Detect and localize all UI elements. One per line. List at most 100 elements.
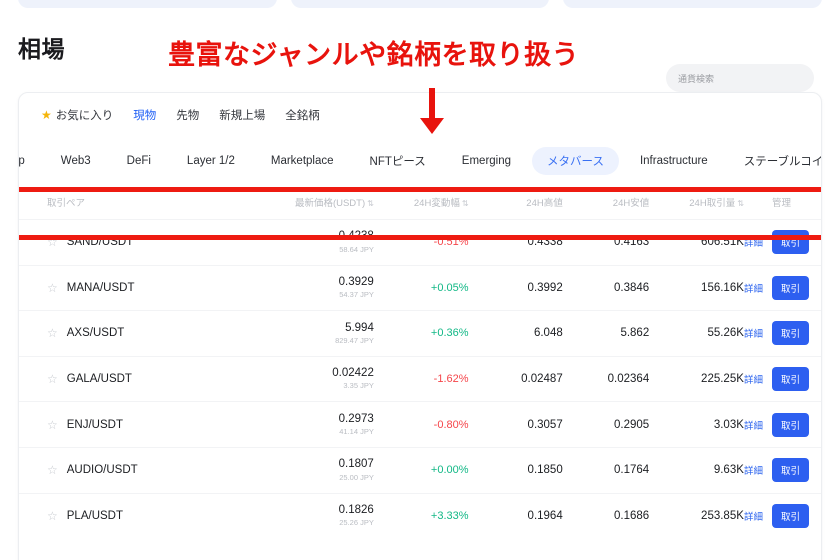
sort-icon[interactable]: ⇅: [462, 199, 469, 208]
category-chip-2[interactable]: DeFi: [112, 149, 166, 173]
header-change-label: 24H変動幅: [413, 198, 460, 209]
price-usdt: 0.2973: [338, 412, 374, 425]
price-jpy: 58.64 JPY: [339, 244, 374, 254]
category-chips: pp Web3 DeFi Layer 1/2 Marketplace NFTピース Emer…: [19, 137, 821, 185]
category-chip-1[interactable]: Web3: [46, 149, 106, 173]
category-chip-6[interactable]: Emerging: [447, 149, 526, 173]
price-usdt: 0.1807: [338, 458, 374, 471]
tab-0[interactable]: ★ お気に入り: [41, 107, 113, 123]
change-percent: +0.36%: [430, 327, 469, 340]
chip-label: Infrastructure: [639, 155, 708, 167]
chip-label: Emerging: [461, 155, 512, 167]
pair-name: GALA/USDT: [66, 373, 132, 386]
category-chip-7[interactable]: メタバース: [532, 147, 619, 175]
detail-link[interactable]: 詳細: [744, 418, 763, 432]
trade-button[interactable]: 取引: [771, 504, 809, 529]
cell-price: 0.3929 54.37 JPY: [263, 265, 374, 311]
star-outline-icon[interactable]: ☆: [47, 510, 58, 522]
cell-high: 0.1964: [527, 510, 563, 523]
table-row[interactable]: ☆ AXS/USDT 5.994 829.47 JPY +0.36% 6.048 5.862…: [19, 310, 821, 357]
cell-high: 0.02487: [521, 373, 563, 386]
cell-volume: 55.26K: [707, 327, 744, 340]
price-jpy: 25.26 JPY: [339, 518, 374, 528]
detail-link[interactable]: 詳細: [744, 281, 763, 295]
star-outline-icon[interactable]: ☆: [47, 327, 58, 339]
table-row[interactable]: ☆ MANA/USDT 0.3929 54.37 JPY +0.05% 0.3992 0.3…: [19, 265, 821, 311]
table-row[interactable]: ☆ AUDIO/USDT 0.1807 25.00 JPY +0.00% 0.1850 0.…: [19, 447, 821, 493]
price-usdt: 5.994: [345, 321, 374, 334]
star-outline-icon[interactable]: ☆: [47, 464, 58, 476]
cell-change: -1.62%: [374, 356, 469, 402]
cell-price: 0.02422 3.35 JPY: [263, 356, 374, 402]
trade-button[interactable]: 取引: [771, 458, 809, 483]
down-arrow-icon: [416, 88, 448, 141]
cell-low: 0.02364: [607, 373, 650, 386]
trade-button[interactable]: 取引: [771, 230, 809, 255]
category-chip-9[interactable]: ステーブルコイン: [729, 147, 821, 175]
header-manage: 管理: [744, 185, 821, 220]
change-percent: -1.62%: [433, 373, 469, 386]
search-input[interactable]: 通貨検索: [666, 64, 814, 92]
header-pair-label: 取引ペア: [47, 198, 86, 209]
price-usdt: 0.1826: [338, 504, 374, 517]
top-summary-card[interactable]: [18, 0, 277, 8]
header-price[interactable]: 最新価格(USDT) ⇅: [263, 185, 374, 220]
cell-pair: ☆ AUDIO/USDT: [19, 447, 263, 493]
star-outline-icon[interactable]: ☆: [47, 282, 58, 294]
header-high-label: 24H高値: [526, 198, 563, 209]
category-chip-8[interactable]: Infrastructure: [625, 149, 723, 173]
tab-1[interactable]: 現物: [133, 107, 156, 123]
header-volume[interactable]: 24H取引量 ⇅: [649, 185, 744, 220]
header-price-label: 最新価格(USDT): [294, 198, 366, 209]
category-chip-0[interactable]: pp: [19, 149, 40, 173]
chip-label: Layer 1/2: [186, 155, 235, 167]
chip-label: NFTピース: [369, 156, 426, 168]
detail-link[interactable]: 詳細: [744, 372, 763, 386]
trade-button[interactable]: 取引: [771, 321, 809, 346]
cell-change: +0.36%: [374, 311, 469, 357]
trade-button[interactable]: 取引: [771, 412, 809, 437]
table-header: 取引ペア 最新価格(USDT) ⇅ 24H変動幅 ⇅ 24H高値 24H安値 24H…: [19, 185, 821, 220]
table-row[interactable]: ☆ SAND/USDT 0.4238 58.64 JPY -0.51% 0.4338 0.4…: [19, 219, 821, 266]
sort-icon[interactable]: ⇅: [737, 199, 744, 208]
cell-low: 0.3846: [614, 281, 650, 294]
detail-link[interactable]: 詳細: [744, 235, 763, 249]
cell-change: +0.00%: [374, 447, 469, 493]
category-chip-5[interactable]: NFTピース: [355, 147, 441, 175]
header-pair: 取引ペア: [19, 185, 263, 220]
cell-price: 0.1826 25.26 JPY: [263, 493, 374, 539]
star-outline-icon[interactable]: ☆: [47, 236, 58, 248]
price-jpy: 41.14 JPY: [339, 426, 374, 436]
trade-button[interactable]: 取引: [771, 367, 809, 392]
star-outline-icon[interactable]: ☆: [47, 419, 58, 431]
star-filled-icon: ★: [41, 108, 52, 122]
tab-2[interactable]: 先物: [176, 107, 199, 123]
cell-volume: 253.85K: [701, 510, 744, 523]
cell-volume: 606.51K: [701, 236, 744, 249]
detail-link[interactable]: 詳細: [744, 509, 763, 523]
tab-3[interactable]: 新規上場: [219, 107, 265, 123]
tab-4[interactable]: 全銘柄: [285, 107, 320, 123]
detail-link[interactable]: 詳細: [744, 326, 763, 340]
header-low-label: 24H安値: [612, 198, 650, 209]
top-summary-card[interactable]: [563, 0, 823, 8]
cell-actions: 詳細 取引: [744, 220, 821, 266]
table-row[interactable]: ☆ ENJ/USDT 0.2973 41.14 JPY -0.80% 0.3057 0.29…: [19, 401, 821, 448]
category-chip-4[interactable]: Marketplace: [256, 149, 349, 173]
table-row[interactable]: ☆ GALA/USDT 0.02422 3.35 JPY -1.62% 0.02487 0.…: [19, 356, 821, 402]
cell-price: 0.1807 25.00 JPY: [263, 447, 374, 493]
cell-change: +0.05%: [374, 265, 469, 311]
sort-icon[interactable]: ⇅: [367, 199, 374, 208]
price-usdt: 0.02422: [332, 367, 374, 380]
header-change[interactable]: 24H変動幅 ⇅: [374, 185, 469, 220]
cell-change: -0.80%: [374, 402, 469, 448]
detail-link[interactable]: 詳細: [744, 463, 763, 477]
cell-actions: 詳細 取引: [744, 493, 821, 539]
trade-button[interactable]: 取引: [771, 275, 809, 300]
category-chip-3[interactable]: Layer 1/2: [172, 149, 250, 173]
cell-pair: ☆ ENJ/USDT: [19, 402, 263, 448]
table-row[interactable]: ☆ PLA/USDT 0.1826 25.26 JPY +3.33% 0.1964 0.16…: [19, 493, 821, 539]
cell-high: 0.3057: [527, 418, 563, 431]
star-outline-icon[interactable]: ☆: [47, 373, 58, 385]
top-summary-card[interactable]: [290, 0, 550, 8]
